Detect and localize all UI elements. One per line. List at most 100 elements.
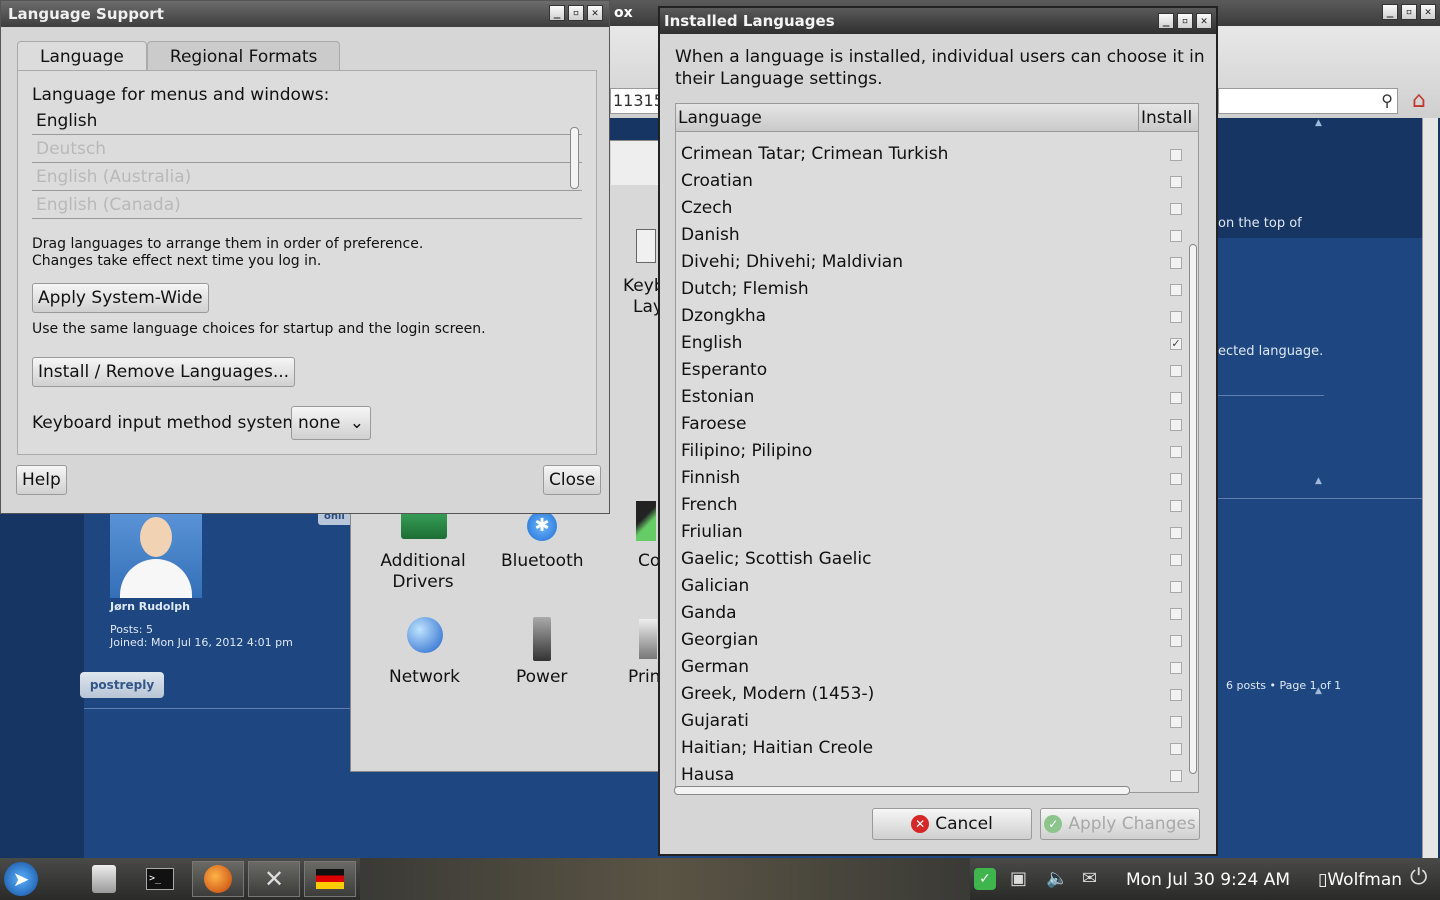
post-author[interactable]: Jørn Rudolph — [110, 600, 190, 613]
table-row[interactable]: English ✓ — [676, 330, 1186, 357]
list-item[interactable]: English — [32, 107, 582, 135]
search-icon[interactable]: ⚲ — [1381, 91, 1393, 110]
close-icon[interactable]: ✕ — [1196, 13, 1212, 29]
install-checkbox[interactable] — [1170, 608, 1182, 620]
user-menu[interactable]: ▯Wolfman — [1318, 870, 1402, 890]
install-checkbox[interactable] — [1170, 770, 1182, 782]
terminal-launcher[interactable]: >_ — [134, 861, 186, 897]
printer-icon[interactable] — [639, 619, 657, 659]
horizontal-scrollbar[interactable] — [674, 786, 1130, 795]
column-header-language[interactable]: Language — [678, 104, 762, 132]
table-row[interactable]: Hausa — [676, 762, 1186, 789]
install-checkbox[interactable] — [1170, 743, 1182, 755]
table-row[interactable]: Czech — [676, 195, 1186, 222]
network-label[interactable]: Network — [389, 667, 460, 688]
language-support-titlebar[interactable]: Language Support _ ▫ ✕ — [1, 1, 609, 27]
table-row[interactable]: Gaelic; Scottish Gaelic — [676, 546, 1186, 573]
table-row[interactable]: Esperanto — [676, 357, 1186, 384]
vertical-scrollbar[interactable] — [1188, 134, 1198, 774]
table-row[interactable]: Haitian; Haitian Creole — [676, 735, 1186, 762]
minimize-icon[interactable]: _ — [549, 5, 565, 21]
install-checkbox[interactable] — [1170, 176, 1182, 188]
additional-drivers-item[interactable]: Additional Drivers — [371, 551, 475, 593]
list-item[interactable]: Deutsch — [32, 135, 582, 163]
install-checkbox[interactable] — [1170, 230, 1182, 242]
table-row[interactable]: Dutch; Flemish — [676, 276, 1186, 303]
install-checkbox[interactable] — [1170, 500, 1182, 512]
power-icon[interactable]: ⏻ — [1410, 865, 1427, 890]
cancel-button[interactable]: ✕ Cancel — [872, 808, 1032, 840]
clock[interactable]: Mon Jul 30 9:24 AM — [1126, 870, 1290, 890]
maximize-icon[interactable]: ▫ — [1177, 13, 1193, 29]
table-row[interactable]: Croatian — [676, 168, 1186, 195]
settings-task[interactable]: ✕ — [248, 861, 300, 897]
table-row[interactable]: Crimean Tatar; Crimean Turkish — [676, 141, 1186, 168]
install-checkbox[interactable] — [1170, 392, 1182, 404]
list-item[interactable]: English (Australia) — [32, 163, 582, 191]
install-checkbox[interactable] — [1170, 149, 1182, 161]
install-checkbox[interactable] — [1170, 284, 1182, 296]
table-row[interactable]: Ganda — [676, 600, 1186, 627]
install-checkbox[interactable] — [1170, 365, 1182, 377]
url-bar[interactable]: 11315 — [610, 88, 660, 114]
volume-icon[interactable]: 🔈 — [1046, 868, 1068, 889]
install-checkbox[interactable] — [1170, 716, 1182, 728]
power-label[interactable]: Power — [516, 667, 567, 688]
table-row[interactable]: Finnish — [676, 465, 1186, 492]
table-row[interactable]: Danish — [676, 222, 1186, 249]
install-remove-languages-button[interactable]: Install / Remove Languages... — [32, 357, 296, 387]
update-icon[interactable]: ✓ — [974, 868, 996, 890]
install-checkbox[interactable] — [1170, 446, 1182, 458]
help-button[interactable]: Help — [16, 465, 67, 495]
table-row[interactable]: Dzongkha — [676, 303, 1186, 330]
table-row[interactable]: Georgian — [676, 627, 1186, 654]
install-checkbox[interactable] — [1170, 527, 1182, 539]
printer-label[interactable]: Prin — [628, 667, 660, 688]
firefox-task[interactable] — [192, 861, 244, 897]
table-row[interactable]: German — [676, 654, 1186, 681]
table-row[interactable]: Faroese — [676, 411, 1186, 438]
vertical-scrollbar-thumb[interactable] — [1189, 244, 1197, 774]
close-button[interactable]: Close — [543, 465, 602, 495]
install-checkbox[interactable] — [1170, 419, 1182, 431]
power-icon[interactable] — [533, 617, 551, 661]
install-checkbox[interactable] — [1170, 662, 1182, 674]
install-checkbox[interactable] — [1170, 257, 1182, 269]
apply-system-wide-button[interactable]: Apply System-Wide — [32, 283, 209, 313]
close-icon[interactable]: ✕ — [1420, 4, 1436, 20]
search-input[interactable]: ⚲ — [1218, 88, 1398, 114]
install-checkbox[interactable] — [1170, 473, 1182, 485]
files-launcher[interactable] — [78, 861, 130, 897]
avatar[interactable] — [110, 513, 202, 598]
table-row[interactable]: Greek, Modern (1453-) — [676, 681, 1186, 708]
language-support-task[interactable] — [304, 861, 356, 897]
maximize-icon[interactable]: ▫ — [1401, 4, 1417, 20]
install-checkbox[interactable] — [1170, 311, 1182, 323]
start-menu-icon[interactable]: ➤ — [4, 862, 38, 896]
network-tray-icon[interactable]: ▣ — [1010, 868, 1027, 889]
install-checkbox[interactable] — [1170, 554, 1182, 566]
installed-languages-titlebar[interactable]: Installed Languages _ ▫ ✕ — [660, 8, 1216, 34]
install-checkbox[interactable] — [1170, 581, 1182, 593]
language-list-scrollbar[interactable] — [570, 127, 579, 189]
install-checkbox[interactable] — [1170, 689, 1182, 701]
tab-language[interactable]: Language — [17, 41, 147, 71]
color-label[interactable]: Co — [638, 551, 660, 572]
table-row[interactable]: Divehi; Dhivehi; Maldivian — [676, 249, 1186, 276]
language-list[interactable]: English Deutsch English (Australia) Engl… — [32, 107, 582, 227]
tab-regional-formats[interactable]: Regional Formats — [146, 41, 341, 71]
table-row[interactable]: Galician — [676, 573, 1186, 600]
apply-changes-button[interactable]: ✓ Apply Changes — [1040, 808, 1200, 840]
keyboard-layout-icon[interactable] — [636, 229, 656, 263]
browser-scrollbar[interactable] — [1422, 118, 1438, 858]
close-icon[interactable]: ✕ — [587, 5, 603, 21]
install-checkbox[interactable] — [1170, 203, 1182, 215]
column-header-install[interactable]: Install — [1138, 104, 1192, 132]
table-row[interactable]: Gujarati — [676, 708, 1186, 735]
scroll-up-icon[interactable]: ▲ — [1315, 476, 1322, 486]
bluetooth-icon[interactable]: ✱ — [527, 511, 557, 541]
bluetooth-label[interactable]: Bluetooth — [501, 551, 584, 572]
table-row[interactable]: Friulian — [676, 519, 1186, 546]
network-icon[interactable] — [407, 617, 443, 653]
mail-icon[interactable]: ✉ — [1082, 868, 1097, 889]
